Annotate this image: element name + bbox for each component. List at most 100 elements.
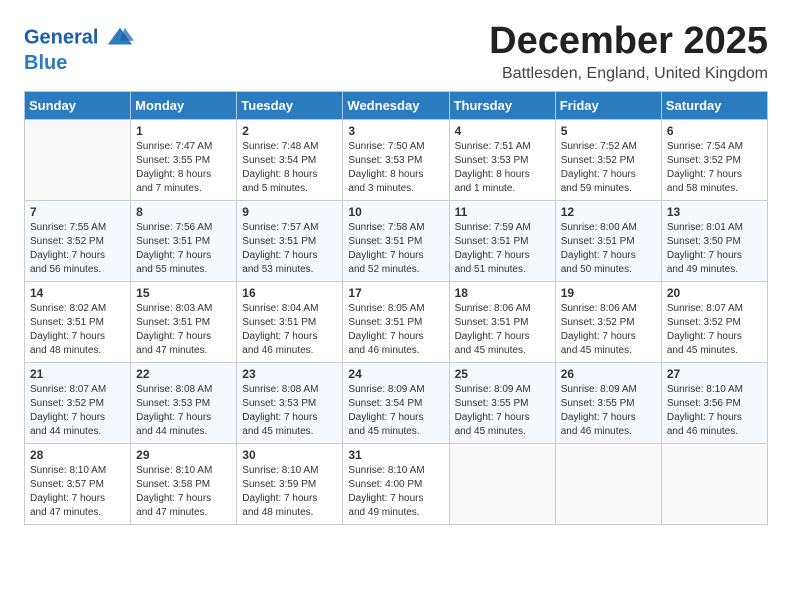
day-number: 27 (667, 367, 762, 381)
day-number: 5 (561, 124, 656, 138)
day-number: 11 (455, 205, 550, 219)
day-info: Sunrise: 8:10 AM Sunset: 3:57 PM Dayligh… (30, 464, 125, 520)
day-info: Sunrise: 8:05 AM Sunset: 3:51 PM Dayligh… (348, 302, 443, 358)
day-number: 10 (348, 205, 443, 219)
calendar-cell: 18 Sunrise: 8:06 AM Sunset: 3:51 PM Dayli… (449, 282, 555, 363)
day-number: 23 (242, 367, 337, 381)
day-info: Sunrise: 8:10 AM Sunset: 4:00 PM Dayligh… (348, 464, 443, 520)
day-info: Sunrise: 8:03 AM Sunset: 3:51 PM Dayligh… (136, 302, 231, 358)
day-number: 26 (561, 367, 656, 381)
calendar-cell: 20 Sunrise: 8:07 AM Sunset: 3:52 PM Dayli… (661, 282, 767, 363)
day-number: 9 (242, 205, 337, 219)
day-number: 21 (30, 367, 125, 381)
day-info: Sunrise: 8:08 AM Sunset: 3:53 PM Dayligh… (136, 383, 231, 439)
calendar-cell: 7Sunrise: 7:55 AM Sunset: 3:52 PM Daylig… (25, 201, 131, 282)
calendar-cell: 23 Sunrise: 8:08 AM Sunset: 3:53 PM Dayli… (237, 363, 343, 444)
day-info: Sunrise: 7:56 AM Sunset: 3:51 PM Dayligh… (136, 221, 231, 277)
calendar-cell: 31 Sunrise: 8:10 AM Sunset: 4:00 PM Dayli… (343, 444, 449, 525)
calendar-cell: 4 Sunrise: 7:51 AM Sunset: 3:53 PM Daylig… (449, 120, 555, 201)
day-info: Sunrise: 8:09 AM Sunset: 3:54 PM Dayligh… (348, 383, 443, 439)
day-info: Sunrise: 7:47 AM Sunset: 3:55 PM Dayligh… (136, 140, 231, 196)
day-number: 3 (348, 124, 443, 138)
calendar-cell (555, 444, 661, 525)
day-number: 6 (667, 124, 762, 138)
calendar-cell: 1 Sunrise: 7:47 AM Sunset: 3:55 PM Daylig… (131, 120, 237, 201)
day-info: Sunrise: 8:02 AM Sunset: 3:51 PM Dayligh… (30, 302, 125, 358)
calendar-cell: 10Sunrise: 7:58 AM Sunset: 3:51 PM Dayli… (343, 201, 449, 282)
day-number: 1 (136, 124, 231, 138)
day-number: 8 (136, 205, 231, 219)
day-info: Sunrise: 7:51 AM Sunset: 3:53 PM Dayligh… (455, 140, 550, 196)
month-title: December 2025 (489, 20, 768, 63)
logo-line2: Blue (24, 52, 67, 74)
day-info: Sunrise: 7:55 AM Sunset: 3:52 PM Dayligh… (30, 221, 125, 277)
day-number: 25 (455, 367, 550, 381)
calendar-cell (25, 120, 131, 201)
calendar-cell: 6 Sunrise: 7:54 AM Sunset: 3:52 PM Daylig… (661, 120, 767, 201)
day-number: 24 (348, 367, 443, 381)
calendar-cell: 16Sunrise: 8:04 AM Sunset: 3:51 PM Dayli… (237, 282, 343, 363)
day-number: 20 (667, 286, 762, 300)
day-number: 4 (455, 124, 550, 138)
day-number: 29 (136, 448, 231, 462)
calendar-cell: 28 Sunrise: 8:10 AM Sunset: 3:57 PM Dayli… (25, 444, 131, 525)
day-number: 28 (30, 448, 125, 462)
calendar-cell: 29 Sunrise: 8:10 AM Sunset: 3:58 PM Dayli… (131, 444, 237, 525)
calendar-cell: 8 Sunrise: 7:56 AM Sunset: 3:51 PM Daylig… (131, 201, 237, 282)
calendar-cell: 19 Sunrise: 8:06 AM Sunset: 3:52 PM Dayli… (555, 282, 661, 363)
calendar-cell: 25 Sunrise: 8:09 AM Sunset: 3:55 PM Dayli… (449, 363, 555, 444)
day-info: Sunrise: 8:06 AM Sunset: 3:51 PM Dayligh… (455, 302, 550, 358)
calendar-cell: 2 Sunrise: 7:48 AM Sunset: 3:54 PM Daylig… (237, 120, 343, 201)
weekday-header-sunday: Sunday (25, 92, 131, 120)
location-title: Battlesden, England, United Kingdom (489, 65, 768, 83)
day-number: 17 (348, 286, 443, 300)
day-info: Sunrise: 8:06 AM Sunset: 3:52 PM Dayligh… (561, 302, 656, 358)
day-info: Sunrise: 8:04 AM Sunset: 3:51 PM Dayligh… (242, 302, 337, 358)
day-info: Sunrise: 8:00 AM Sunset: 3:51 PM Dayligh… (561, 221, 656, 277)
calendar-cell: 14Sunrise: 8:02 AM Sunset: 3:51 PM Dayli… (25, 282, 131, 363)
calendar-cell: 15 Sunrise: 8:03 AM Sunset: 3:51 PM Dayli… (131, 282, 237, 363)
title-block: December 2025 Battlesden, England, Unite… (489, 20, 768, 83)
day-info: Sunrise: 8:10 AM Sunset: 3:56 PM Dayligh… (667, 383, 762, 439)
calendar-cell: 27 Sunrise: 8:10 AM Sunset: 3:56 PM Dayli… (661, 363, 767, 444)
day-number: 2 (242, 124, 337, 138)
day-number: 15 (136, 286, 231, 300)
calendar-cell: 24 Sunrise: 8:09 AM Sunset: 3:54 PM Dayli… (343, 363, 449, 444)
day-number: 19 (561, 286, 656, 300)
calendar-cell: 30Sunrise: 8:10 AM Sunset: 3:59 PM Dayli… (237, 444, 343, 525)
day-info: Sunrise: 7:59 AM Sunset: 3:51 PM Dayligh… (455, 221, 550, 277)
weekday-header-thursday: Thursday (449, 92, 555, 120)
day-info: Sunrise: 7:52 AM Sunset: 3:52 PM Dayligh… (561, 140, 656, 196)
day-number: 18 (455, 286, 550, 300)
day-info: Sunrise: 8:07 AM Sunset: 3:52 PM Dayligh… (30, 383, 125, 439)
calendar-cell: 9 Sunrise: 7:57 AM Sunset: 3:51 PM Daylig… (237, 201, 343, 282)
weekday-header-wednesday: Wednesday (343, 92, 449, 120)
weekday-header-saturday: Saturday (661, 92, 767, 120)
day-info: Sunrise: 8:10 AM Sunset: 3:58 PM Dayligh… (136, 464, 231, 520)
day-info: Sunrise: 8:07 AM Sunset: 3:52 PM Dayligh… (667, 302, 762, 358)
weekday-header-monday: Monday (131, 92, 237, 120)
calendar-cell: 17 Sunrise: 8:05 AM Sunset: 3:51 PM Dayli… (343, 282, 449, 363)
day-info: Sunrise: 7:57 AM Sunset: 3:51 PM Dayligh… (242, 221, 337, 277)
day-number: 22 (136, 367, 231, 381)
calendar-cell: 3Sunrise: 7:50 AM Sunset: 3:53 PM Daylig… (343, 120, 449, 201)
calendar-table: SundayMondayTuesdayWednesdayThursdayFrid… (24, 91, 768, 525)
day-info: Sunrise: 8:08 AM Sunset: 3:53 PM Dayligh… (242, 383, 337, 439)
logo-line1: General (24, 26, 98, 48)
page-header: General Blue December 2025 Battlesden, E… (24, 20, 768, 83)
day-info: Sunrise: 8:01 AM Sunset: 3:50 PM Dayligh… (667, 221, 762, 277)
weekday-header-friday: Friday (555, 92, 661, 120)
day-number: 31 (348, 448, 443, 462)
day-info: Sunrise: 8:09 AM Sunset: 3:55 PM Dayligh… (455, 383, 550, 439)
day-info: Sunrise: 8:10 AM Sunset: 3:59 PM Dayligh… (242, 464, 337, 520)
calendar-cell: 13Sunrise: 8:01 AM Sunset: 3:50 PM Dayli… (661, 201, 767, 282)
day-number: 12 (561, 205, 656, 219)
calendar-cell: 11 Sunrise: 7:59 AM Sunset: 3:51 PM Dayli… (449, 201, 555, 282)
day-info: Sunrise: 7:54 AM Sunset: 3:52 PM Dayligh… (667, 140, 762, 196)
weekday-header-tuesday: Tuesday (237, 92, 343, 120)
calendar-cell (661, 444, 767, 525)
calendar-cell (449, 444, 555, 525)
day-info: Sunrise: 7:48 AM Sunset: 3:54 PM Dayligh… (242, 140, 337, 196)
day-info: Sunrise: 8:09 AM Sunset: 3:55 PM Dayligh… (561, 383, 656, 439)
calendar-cell: 5 Sunrise: 7:52 AM Sunset: 3:52 PM Daylig… (555, 120, 661, 201)
